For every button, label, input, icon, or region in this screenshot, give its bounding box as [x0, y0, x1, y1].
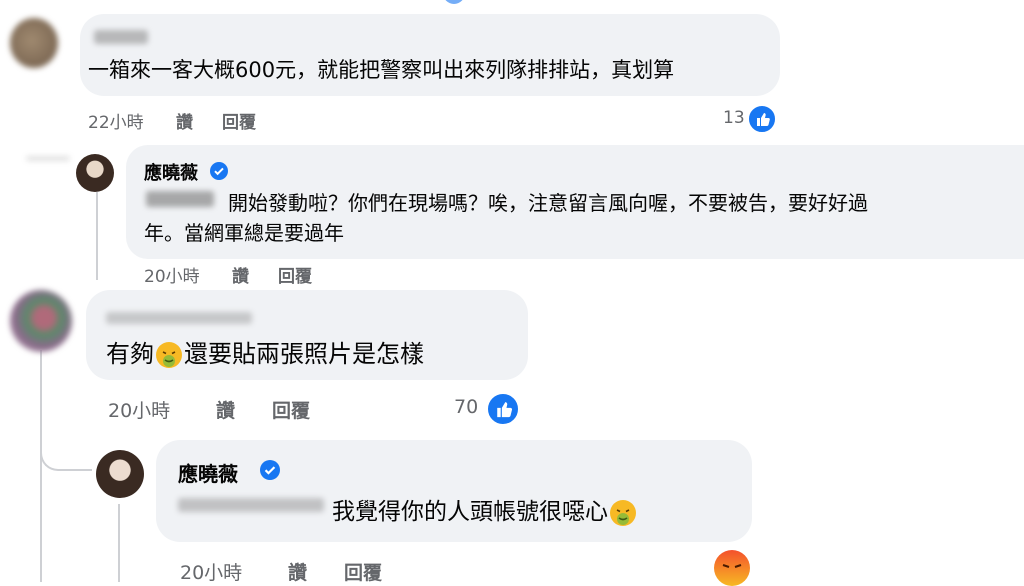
like-icon[interactable]: [486, 392, 520, 426]
comment-text: 有夠 還要貼兩張照片是怎樣: [106, 334, 424, 369]
avatar[interactable]: [10, 18, 58, 68]
comment-text-line1: 開始發動啦？你們在現場嗎？唉，注意留言風向喔，不要被告，要好好過: [228, 191, 868, 215]
reaction-count[interactable]: 70: [454, 396, 478, 418]
comment-bubble: 一箱來一客大概600元，就能把警察叫出來列隊排排站，真划算: [80, 14, 780, 96]
like-button[interactable]: 讚: [232, 262, 249, 287]
comment-bubble: 應曉薇 開始發動啦？你們在現場嗎？唉，注意留言風向喔，不要被告，要好好過 年。當…: [126, 145, 1024, 259]
blurred-mention: [178, 498, 324, 512]
comment-text-after: 還要貼兩張照片是怎樣: [184, 340, 424, 368]
avatar[interactable]: [76, 154, 114, 192]
avatar[interactable]: [96, 450, 144, 498]
angry-reaction-icon[interactable]: [714, 550, 750, 586]
like-button[interactable]: 讚: [176, 108, 193, 133]
reaction-count[interactable]: 13: [723, 108, 745, 128]
author-name[interactable]: 應曉薇: [144, 159, 198, 185]
cropped-reaction-icon: [443, 0, 465, 4]
reply-button[interactable]: 回覆: [272, 396, 310, 423]
comment-time[interactable]: 20小時: [144, 262, 200, 287]
comment-text-body: 我覺得你的人頭帳號很噁心: [332, 499, 608, 525]
thread-connector: [40, 445, 92, 471]
author-name[interactable]: 應曉薇: [178, 458, 238, 487]
nauseated-emoji-icon: [610, 499, 636, 526]
reply-button[interactable]: 回覆: [222, 108, 256, 133]
comment-time[interactable]: 20小時: [108, 396, 170, 423]
comment-time[interactable]: 20小時: [180, 558, 242, 585]
nauseated-emoji-icon: [156, 342, 182, 368]
thread-line: [40, 350, 42, 582]
verified-badge-icon: [260, 460, 280, 480]
thread-line: [96, 192, 98, 280]
comment-time[interactable]: 22小時: [88, 108, 144, 133]
comment-bubble: 應曉薇 我覺得你的人頭帳號很噁心: [156, 440, 752, 542]
comment-bubble: 有夠 還要貼兩張照片是怎樣: [86, 290, 528, 380]
blurred-author-name: [94, 30, 148, 44]
like-button[interactable]: 讚: [216, 396, 235, 423]
reply-button[interactable]: 回覆: [278, 262, 312, 287]
blurred-author-name: [106, 312, 252, 324]
thread-line: [118, 504, 120, 582]
comment-text: 我覺得你的人頭帳號很噁心: [332, 492, 636, 526]
like-icon[interactable]: [747, 104, 777, 134]
blurred-quote-line: [26, 156, 70, 161]
comment-text-before: 有夠: [106, 340, 154, 368]
comment-text-line2: 年。當網軍總是要過年: [144, 221, 344, 245]
blurred-mention: [146, 191, 214, 207]
like-button[interactable]: 讚: [288, 558, 307, 585]
avatar[interactable]: [10, 290, 72, 352]
reply-button[interactable]: 回覆: [344, 558, 382, 585]
verified-badge-icon: [210, 162, 228, 180]
comment-text: 一箱來一客大概600元，就能把警察叫出來列隊排排站，真划算: [88, 58, 675, 82]
